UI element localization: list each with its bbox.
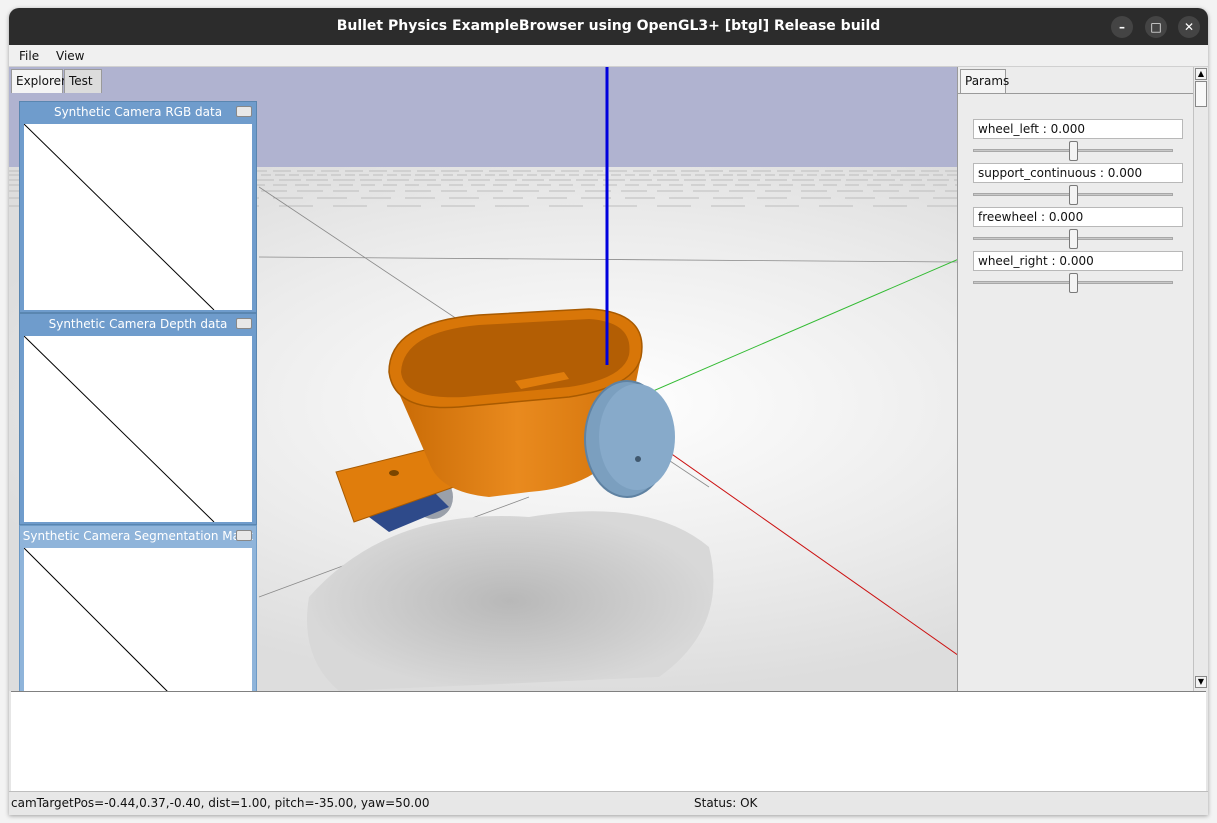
title-bar[interactable]: Bullet Physics ExampleBrowser using Open… [9,8,1208,45]
menu-view[interactable]: View [56,49,84,63]
status-bar: camTargetPos=-0.44,0.37,-0.40, dist=1.00… [9,791,1208,815]
maximize-icon: □ [1150,20,1162,34]
minimize-icon[interactable] [236,318,252,329]
camera-rgb-image [23,123,252,311]
camera-depth-title[interactable]: Synthetic Camera Depth data [20,314,256,334]
tab-test-label: Test [69,74,93,88]
wheel-right-face [599,384,675,490]
window-title: Bullet Physics ExampleBrowser using Open… [336,18,881,34]
tab-test[interactable]: Test [64,69,102,93]
console-output[interactable] [11,691,1206,791]
maximize-button[interactable]: □ [1145,16,1167,38]
status-text: Status: OK [694,796,758,810]
params-panel: Params wheel_left : 0.000 support_contin… [957,67,1193,691]
param-support-continuous-slider-thumb[interactable] [1069,185,1078,205]
camera-depth-image [23,335,252,523]
tab-params-label: Params [965,74,1010,88]
param-wheel-right-slider-thumb[interactable] [1069,273,1078,293]
scroll-up-icon[interactable]: ▲ [1195,68,1207,80]
camera-depth-window[interactable]: Synthetic Camera Depth data [19,313,257,525]
tab-explorer[interactable]: Explorer [11,69,66,93]
close-button[interactable]: ✕ [1178,16,1200,38]
param-freewheel-slider-thumb[interactable] [1069,229,1078,249]
wheel-right-hub [635,456,641,462]
app-window: Bullet Physics ExampleBrowser using Open… [9,8,1208,815]
depth-placeholder-diagonal [23,335,215,523]
scroll-down-icon[interactable]: ▼ [1195,676,1207,688]
camera-status-text: camTargetPos=-0.44,0.37,-0.40, dist=1.00… [11,796,430,810]
camera-segmentation-title[interactable]: Synthetic Camera Segmentation Mask [20,526,256,546]
close-icon: ✕ [1183,20,1195,34]
minimize-icon[interactable] [236,530,252,541]
tab-explorer-label: Explorer [16,74,66,88]
minimize-icon[interactable] [236,106,252,117]
minimize-icon: – [1119,20,1125,34]
param-wheel-left-slider-thumb[interactable] [1069,141,1078,161]
param-wheel-right-field[interactable]: wheel_right : 0.000 [973,251,1183,271]
minimize-button[interactable]: – [1111,16,1133,38]
scroll-thumb[interactable] [1195,81,1207,107]
menu-bar: File View [9,45,1208,67]
rgb-placeholder-diagonal [23,123,215,311]
camera-rgb-window[interactable]: Synthetic Camera RGB data [19,101,257,313]
tab-params[interactable]: Params [960,69,1010,93]
plate-hole [389,470,399,476]
param-support-continuous-field[interactable]: support_continuous : 0.000 [973,163,1183,183]
menu-file[interactable]: File [19,49,39,63]
params-scrollbar[interactable]: ▲ ▼ [1193,67,1208,691]
param-wheel-left-field[interactable]: wheel_left : 0.000 [973,119,1183,139]
param-freewheel-field[interactable]: freewheel : 0.000 [973,207,1183,227]
params-tab-divider [958,93,1193,94]
camera-rgb-title[interactable]: Synthetic Camera RGB data [20,102,256,122]
